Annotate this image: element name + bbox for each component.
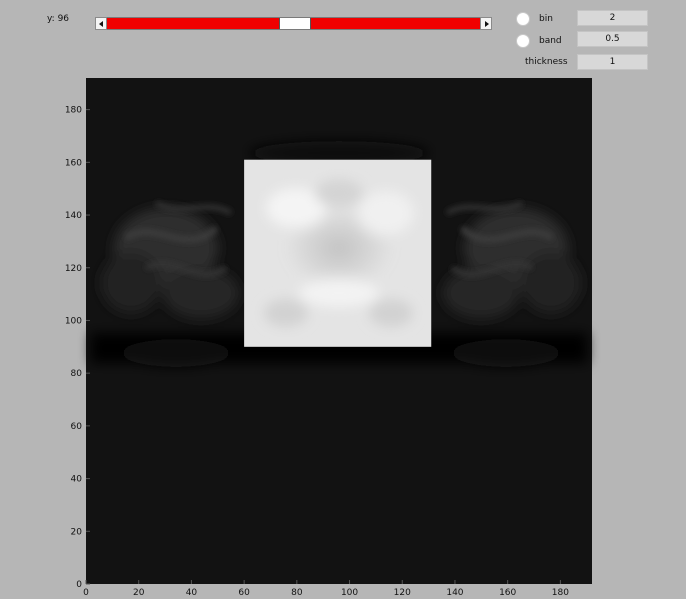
bin-label: bin (539, 14, 553, 24)
x-tick-label: 180 (552, 588, 569, 598)
y-tick-label: 100 (65, 316, 82, 326)
band-radio[interactable] (516, 34, 530, 48)
thickness-label: thickness (525, 57, 568, 67)
band-label: band (539, 36, 562, 46)
x-tick-label: 120 (394, 588, 411, 598)
y-tick-label: 180 (65, 106, 82, 116)
x-tick-label: 40 (186, 588, 198, 598)
x-tick-label: 140 (446, 588, 463, 598)
slider-left-button[interactable] (95, 17, 107, 30)
y-value-label: y: 96 (47, 14, 70, 24)
image-axes[interactable]: 0 20 40 60 80 100 120 140 160 180 0 20 40 60 80 100 120… (65, 78, 592, 598)
y-tick-label: 40 (71, 475, 83, 485)
x-tick-label: 0 (83, 588, 89, 598)
bin-field[interactable]: 2 (577, 10, 648, 26)
y-tick-label: 120 (65, 264, 82, 274)
slider-right-button[interactable] (480, 17, 492, 30)
arrow-right-icon (485, 21, 489, 27)
x-tick-label: 100 (341, 588, 358, 598)
band-radio-row[interactable]: band (516, 34, 562, 48)
highlight-texture (264, 179, 414, 327)
y-tick-label: 0 (76, 580, 82, 590)
heatmap-plot: 0 20 40 60 80 100 120 140 160 180 0 20 40 60 80 100 120… (65, 78, 592, 598)
arrow-left-icon (99, 21, 103, 27)
y-tick-label: 160 (65, 158, 82, 168)
slider-thumb[interactable] (279, 18, 312, 29)
y-tick-label: 20 (71, 527, 83, 537)
band-field[interactable]: 0.5 (577, 31, 648, 47)
bin-radio[interactable] (516, 12, 530, 26)
x-tick-label: 80 (291, 588, 303, 598)
y-slider[interactable] (95, 17, 492, 30)
thickness-field[interactable]: 1 (577, 54, 648, 70)
y-tick-label: 80 (71, 369, 83, 379)
x-tick-label: 20 (133, 588, 145, 598)
x-tick-label: 160 (499, 588, 516, 598)
bin-radio-row[interactable]: bin (516, 12, 553, 26)
y-tick-label: 140 (65, 211, 82, 221)
x-tick-label: 60 (238, 588, 250, 598)
y-tick-label: 60 (71, 422, 83, 432)
